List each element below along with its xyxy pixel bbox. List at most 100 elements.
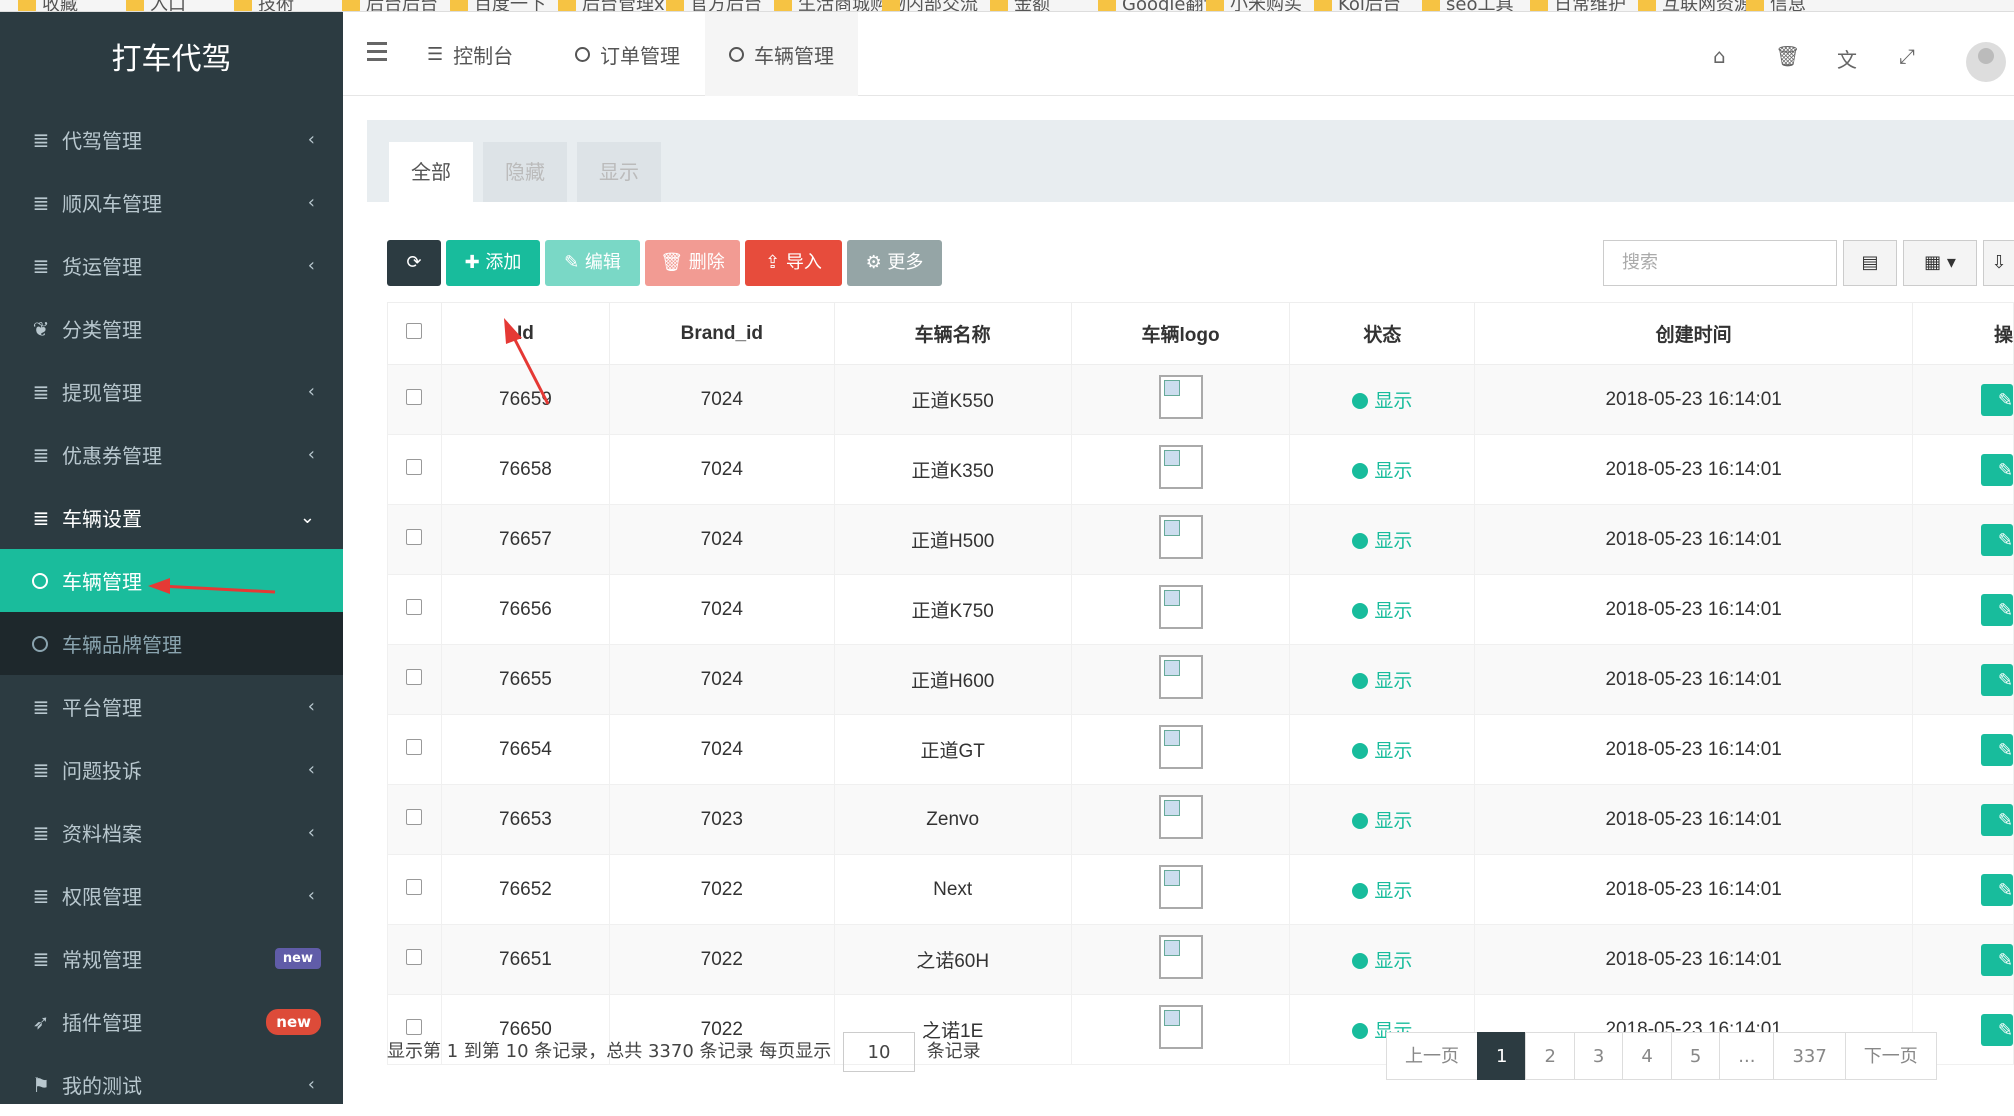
sidebar-item[interactable]: ➶ 插件管理 new (0, 990, 343, 1053)
col-vehicle-logo[interactable]: 车辆logo (1070, 302, 1291, 365)
table-row[interactable]: 76655 7024 正道H600 显示 2018-05-23 16:14:01 ✎ (387, 644, 2014, 715)
edit-row-icon[interactable]: ✎ (1981, 1013, 2013, 1046)
edit-row-icon[interactable]: ✎ (1981, 663, 2013, 696)
row-checkbox[interactable] (387, 854, 442, 925)
edit-row-icon[interactable]: ✎ (1981, 523, 2013, 556)
bookmark-item[interactable]: 内部交流 (882, 0, 978, 11)
bookmark-item[interactable]: 后台后台 (342, 0, 438, 11)
broken-image-icon[interactable] (1158, 514, 1203, 559)
edit-row-icon[interactable]: ✎ (1981, 453, 2013, 486)
translate-icon[interactable]: 文 (1837, 44, 1857, 73)
sidebar-item[interactable]: ≣ 货运管理 ‹ (0, 234, 343, 297)
sidebar-item[interactable]: ≣ 权限管理 ‹ (0, 864, 343, 927)
broken-image-icon[interactable] (1158, 374, 1203, 419)
row-checkbox[interactable] (387, 714, 442, 785)
refresh-button[interactable]: ⟳ (387, 240, 441, 286)
broken-image-icon[interactable] (1158, 654, 1203, 699)
sidebar-item[interactable]: ≣ 顺风车管理 ‹ (0, 171, 343, 234)
row-checkbox[interactable] (387, 434, 442, 505)
more-button[interactable]: ⚙ 更多 (847, 240, 942, 286)
sidebar-item[interactable]: ❦ 分类管理 (0, 297, 343, 360)
edit-row-icon[interactable]: ✎ (1981, 873, 2013, 906)
bookmark-item[interactable]: 技術 (234, 0, 294, 11)
page-link[interactable]: 1 (1477, 1032, 1527, 1080)
table-row[interactable]: 76652 7022 Next 显示 2018-05-23 16:14:01 ✎ (387, 854, 2014, 925)
bookmark-item[interactable]: 收藏 (18, 0, 78, 11)
col-id[interactable]: Id (440, 302, 610, 365)
columns-icon[interactable]: ▦ ▾ (1903, 240, 1977, 286)
avatar[interactable] (1966, 42, 2006, 82)
edit-row-icon[interactable]: ✎ (1981, 593, 2013, 626)
bookmark-item[interactable]: 官方后台 (666, 0, 762, 11)
fullscreen-icon[interactable]: ⤢ (1899, 44, 1915, 68)
page-link[interactable]: 上一页 (1386, 1032, 1478, 1080)
add-button[interactable]: ✚ 添加 (446, 240, 540, 286)
tab-shown[interactable]: 显示 (577, 142, 661, 202)
row-checkbox[interactable] (387, 504, 442, 575)
bookmark-item[interactable]: 金额 (990, 0, 1050, 11)
bookmark-item[interactable]: 信息 (1746, 0, 1806, 11)
tab-order-management[interactable]: 订单管理 (551, 12, 704, 96)
tab-dashboard[interactable]: ☰ 控制台 (403, 12, 537, 96)
page-link[interactable]: 下一页 (1844, 1032, 1937, 1080)
home-icon[interactable]: ⌂ (1713, 44, 1726, 68)
sidebar-item[interactable]: ≣ 车辆设置 ⌄ (0, 486, 343, 549)
broken-image-icon[interactable] (1158, 934, 1203, 979)
select-all-checkbox[interactable] (387, 302, 442, 365)
broken-image-icon[interactable] (1158, 794, 1203, 839)
col-created-time[interactable]: 创建时间 (1474, 302, 1914, 365)
sidebar-item[interactable]: ⚑ 我的测试 ‹ (0, 1053, 343, 1116)
sidebar-item-vehicle-brand-management[interactable]: 车辆品牌管理 (0, 612, 343, 675)
page-size-select[interactable]: 10 (842, 1032, 915, 1072)
tab-all[interactable]: 全部 (389, 142, 473, 202)
table-row[interactable]: 76658 7024 正道K350 显示 2018-05-23 16:14:01 ✎ (387, 434, 2014, 505)
bookmark-item[interactable]: 互联网资源 (1638, 0, 1752, 11)
page-link[interactable]: 2 (1525, 1032, 1575, 1080)
page-link[interactable]: ... (1719, 1032, 1775, 1080)
table-row[interactable]: 76657 7024 正道H500 显示 2018-05-23 16:14:01 ✎ (387, 504, 2014, 575)
broken-image-icon[interactable] (1158, 1004, 1203, 1049)
edit-button[interactable]: ✎ 编辑 (545, 240, 640, 286)
sidebar-item[interactable]: ≣ 提现管理 ‹ (0, 360, 343, 423)
tab-hidden[interactable]: 隐藏 (483, 142, 567, 202)
sidebar-item[interactable]: ≣ 常规管理 new (0, 927, 343, 990)
col-vehicle-name[interactable]: 车辆名称 (833, 302, 1072, 365)
table-row[interactable]: 76653 7023 Zenvo 显示 2018-05-23 16:14:01 ✎ (387, 784, 2014, 855)
sidebar-item[interactable]: ≣ 平台管理 ‹ (0, 675, 343, 738)
page-link[interactable]: 337 (1773, 1032, 1846, 1080)
table-row[interactable]: 76651 7022 之诺60H 显示 2018-05-23 16:14:01 ✎ (387, 924, 2014, 995)
tab-vehicle-management[interactable]: 车辆管理 (705, 12, 858, 96)
row-checkbox[interactable] (387, 644, 442, 715)
export-icon[interactable]: ⇩ (1983, 240, 2014, 286)
sidebar-item[interactable]: ≣ 代驾管理 ‹ (0, 108, 343, 171)
row-checkbox[interactable] (387, 574, 442, 645)
sidebar-item-vehicle-management[interactable]: 车辆管理 (0, 549, 343, 612)
toggle-view-icon[interactable]: ▤ (1843, 240, 1897, 286)
row-checkbox[interactable] (387, 784, 442, 855)
edit-row-icon[interactable]: ✎ (1981, 383, 2013, 416)
table-row[interactable]: 76656 7024 正道K750 显示 2018-05-23 16:14:01 ✎ (387, 574, 2014, 645)
bookmark-item[interactable]: Kol后台 (1314, 0, 1401, 11)
trash-icon[interactable]: 🗑 (1775, 44, 1800, 68)
bookmark-item[interactable]: seo工具 (1422, 0, 1513, 11)
page-link[interactable]: 3 (1573, 1032, 1624, 1080)
row-checkbox[interactable] (387, 924, 442, 995)
bookmark-item[interactable]: 日常维护 (1530, 0, 1626, 11)
broken-image-icon[interactable] (1158, 864, 1203, 909)
search-input[interactable]: 搜索 (1603, 240, 1837, 286)
sidebar-item[interactable]: ≣ 资料档案 ‹ (0, 801, 343, 864)
col-brand-id[interactable]: Brand_id (608, 302, 835, 365)
edit-row-icon[interactable]: ✎ (1981, 733, 2013, 766)
broken-image-icon[interactable] (1158, 724, 1203, 769)
sidebar-item[interactable]: ≣ 优惠券管理 ‹ (0, 423, 343, 486)
broken-image-icon[interactable] (1158, 444, 1203, 489)
table-row[interactable]: 76659 7024 正道K550 显示 2018-05-23 16:14:01 ✎ (387, 364, 2014, 435)
row-checkbox[interactable] (387, 364, 442, 435)
edit-row-icon[interactable]: ✎ (1981, 943, 2013, 976)
page-link[interactable]: 5 (1670, 1032, 1721, 1080)
bookmark-item[interactable]: 小米购买 (1206, 0, 1302, 11)
bookmark-item[interactable]: 入口 (126, 0, 186, 11)
bookmark-item[interactable]: 百度一下 (450, 0, 546, 11)
edit-row-icon[interactable]: ✎ (1981, 803, 2013, 836)
col-status[interactable]: 状态 (1289, 302, 1476, 365)
